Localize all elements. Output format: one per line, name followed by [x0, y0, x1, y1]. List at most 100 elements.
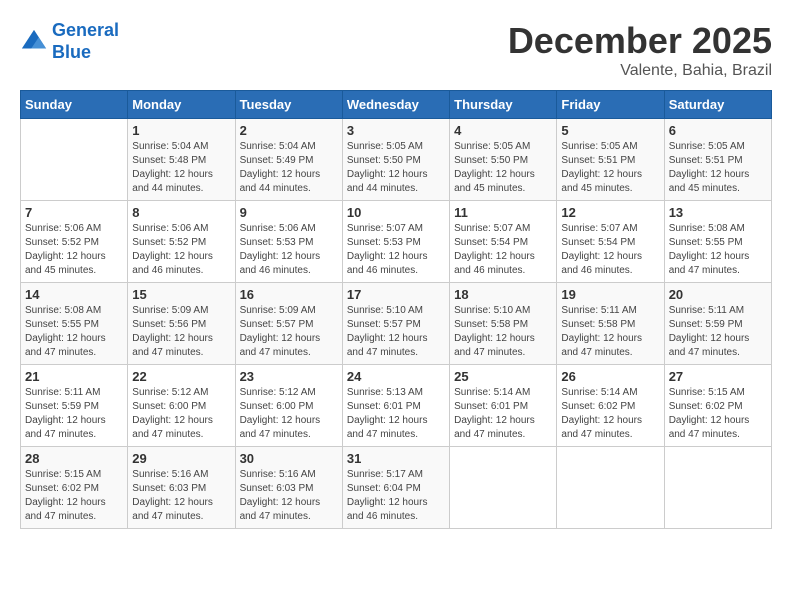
day-info: Sunrise: 5:05 AMSunset: 5:50 PMDaylight:… [347, 140, 445, 196]
table-row: 30 Sunrise: 5:16 AMSunset: 6:03 PMDayligh… [235, 447, 342, 529]
day-info: Sunrise: 5:12 AMSunset: 6:00 PMDaylight:… [132, 386, 230, 442]
calendar-week-1: 1Sunrise: 5:04 AMSunset: 5:48 PMDaylight… [21, 119, 772, 201]
day-info: Sunrise: 5:15 AMSunset: 6:02 PMDaylight:… [25, 468, 123, 524]
day-info: Sunrise: 5:07 AMSunset: 5:54 PMDaylight:… [454, 222, 552, 278]
header-monday: Monday [128, 91, 235, 119]
logo: General Blue [20, 20, 119, 63]
day-number: 17 [347, 287, 445, 302]
day-info: Sunrise: 5:05 AMSunset: 5:51 PMDaylight:… [669, 140, 767, 196]
day-number: 23 [240, 369, 338, 384]
day-number: 29 [132, 451, 230, 466]
calendar-week-3: 14Sunrise: 5:08 AMSunset: 5:55 PMDayligh… [21, 283, 772, 365]
month-title: December 2025 [508, 20, 772, 62]
calendar-week-2: 7 Sunrise: 5:06 AMSunset: 5:52 PMDaylight… [21, 201, 772, 283]
table-row: 23 Sunrise: 5:12 AMSunset: 6:00 PMDayligh… [235, 365, 342, 447]
day-number: 12 [561, 205, 659, 220]
table-row: 15Sunrise: 5:09 AMSunset: 5:56 PMDayligh… [128, 283, 235, 365]
day-number: 2 [240, 123, 338, 138]
table-row: 8 Sunrise: 5:06 AMSunset: 5:52 PMDaylight… [128, 201, 235, 283]
header-friday: Friday [557, 91, 664, 119]
day-number: 20 [669, 287, 767, 302]
day-info: Sunrise: 5:08 AMSunset: 5:55 PMDaylight:… [669, 222, 767, 278]
table-row: 25 Sunrise: 5:14 AMSunset: 6:01 PMDayligh… [450, 365, 557, 447]
calendar-body: 1Sunrise: 5:04 AMSunset: 5:48 PMDaylight… [21, 119, 772, 529]
day-number: 15 [132, 287, 230, 302]
day-info: Sunrise: 5:15 AMSunset: 6:02 PMDaylight:… [669, 386, 767, 442]
table-row: 27 Sunrise: 5:15 AMSunset: 6:02 PMDayligh… [664, 365, 771, 447]
table-row: 10Sunrise: 5:07 AMSunset: 5:53 PMDayligh… [342, 201, 449, 283]
table-row: 6 Sunrise: 5:05 AMSunset: 5:51 PMDaylight… [664, 119, 771, 201]
day-info: Sunrise: 5:11 AMSunset: 5:58 PMDaylight:… [561, 304, 659, 360]
day-number: 13 [669, 205, 767, 220]
day-number: 31 [347, 451, 445, 466]
calendar-week-5: 28 Sunrise: 5:15 AMSunset: 6:02 PMDayligh… [21, 447, 772, 529]
table-row: 29 Sunrise: 5:16 AMSunset: 6:03 PMDayligh… [128, 447, 235, 529]
day-number: 9 [240, 205, 338, 220]
day-info: Sunrise: 5:06 AMSunset: 5:53 PMDaylight:… [240, 222, 338, 278]
table-row: 22 Sunrise: 5:12 AMSunset: 6:00 PMDayligh… [128, 365, 235, 447]
day-info: Sunrise: 5:05 AMSunset: 5:51 PMDaylight:… [561, 140, 659, 196]
table-row: 1Sunrise: 5:04 AMSunset: 5:48 PMDaylight… [128, 119, 235, 201]
day-number: 27 [669, 369, 767, 384]
header-wednesday: Wednesday [342, 91, 449, 119]
table-row: 19 Sunrise: 5:11 AMSunset: 5:58 PMDayligh… [557, 283, 664, 365]
table-row: 2 Sunrise: 5:04 AMSunset: 5:49 PMDaylight… [235, 119, 342, 201]
day-number: 7 [25, 205, 123, 220]
day-info: Sunrise: 5:04 AMSunset: 5:49 PMDaylight:… [240, 140, 338, 196]
day-info: Sunrise: 5:04 AMSunset: 5:48 PMDaylight:… [132, 140, 230, 196]
day-info: Sunrise: 5:12 AMSunset: 6:00 PMDaylight:… [240, 386, 338, 442]
day-info: Sunrise: 5:17 AMSunset: 6:04 PMDaylight:… [347, 468, 445, 524]
header-tuesday: Tuesday [235, 91, 342, 119]
day-info: Sunrise: 5:13 AMSunset: 6:01 PMDaylight:… [347, 386, 445, 442]
day-number: 18 [454, 287, 552, 302]
day-number: 8 [132, 205, 230, 220]
header-thursday: Thursday [450, 91, 557, 119]
day-number: 22 [132, 369, 230, 384]
table-row [664, 447, 771, 529]
day-number: 21 [25, 369, 123, 384]
table-row: 31 Sunrise: 5:17 AMSunset: 6:04 PMDayligh… [342, 447, 449, 529]
day-number: 24 [347, 369, 445, 384]
location-subtitle: Valente, Bahia, Brazil [508, 62, 772, 80]
calendar-table: Sunday Monday Tuesday Wednesday Thursday… [20, 90, 772, 529]
table-row: 28 Sunrise: 5:15 AMSunset: 6:02 PMDayligh… [21, 447, 128, 529]
title-block: December 2025 Valente, Bahia, Brazil [508, 20, 772, 80]
day-info: Sunrise: 5:10 AMSunset: 5:58 PMDaylight:… [454, 304, 552, 360]
table-row: 17Sunrise: 5:10 AMSunset: 5:57 PMDayligh… [342, 283, 449, 365]
table-row [557, 447, 664, 529]
logo-text: General Blue [52, 20, 119, 63]
day-info: Sunrise: 5:14 AMSunset: 6:02 PMDaylight:… [561, 386, 659, 442]
day-number: 30 [240, 451, 338, 466]
table-row: 26 Sunrise: 5:14 AMSunset: 6:02 PMDayligh… [557, 365, 664, 447]
table-row: 5Sunrise: 5:05 AMSunset: 5:51 PMDaylight… [557, 119, 664, 201]
table-row: 12 Sunrise: 5:07 AMSunset: 5:54 PMDayligh… [557, 201, 664, 283]
day-number: 4 [454, 123, 552, 138]
day-info: Sunrise: 5:16 AMSunset: 6:03 PMDaylight:… [240, 468, 338, 524]
logo-line1: General [52, 20, 119, 40]
table-row: 20Sunrise: 5:11 AMSunset: 5:59 PMDayligh… [664, 283, 771, 365]
logo-line2: Blue [52, 42, 91, 62]
day-info: Sunrise: 5:14 AMSunset: 6:01 PMDaylight:… [454, 386, 552, 442]
day-info: Sunrise: 5:09 AMSunset: 5:57 PMDaylight:… [240, 304, 338, 360]
day-info: Sunrise: 5:16 AMSunset: 6:03 PMDaylight:… [132, 468, 230, 524]
table-row: 13 Sunrise: 5:08 AMSunset: 5:55 PMDayligh… [664, 201, 771, 283]
day-info: Sunrise: 5:05 AMSunset: 5:50 PMDaylight:… [454, 140, 552, 196]
day-number: 28 [25, 451, 123, 466]
header-saturday: Saturday [664, 91, 771, 119]
day-info: Sunrise: 5:07 AMSunset: 5:54 PMDaylight:… [561, 222, 659, 278]
calendar-week-4: 21Sunrise: 5:11 AMSunset: 5:59 PMDayligh… [21, 365, 772, 447]
table-row [21, 119, 128, 201]
header-sunday: Sunday [21, 91, 128, 119]
day-number: 6 [669, 123, 767, 138]
day-info: Sunrise: 5:06 AMSunset: 5:52 PMDaylight:… [132, 222, 230, 278]
header-row: Sunday Monday Tuesday Wednesday Thursday… [21, 91, 772, 119]
day-number: 16 [240, 287, 338, 302]
day-number: 25 [454, 369, 552, 384]
day-number: 19 [561, 287, 659, 302]
day-number: 26 [561, 369, 659, 384]
page-header: General Blue December 2025 Valente, Bahi… [20, 20, 772, 80]
day-info: Sunrise: 5:08 AMSunset: 5:55 PMDaylight:… [25, 304, 123, 360]
logo-icon [20, 28, 48, 56]
table-row: 11Sunrise: 5:07 AMSunset: 5:54 PMDayligh… [450, 201, 557, 283]
table-row: 24 Sunrise: 5:13 AMSunset: 6:01 PMDayligh… [342, 365, 449, 447]
